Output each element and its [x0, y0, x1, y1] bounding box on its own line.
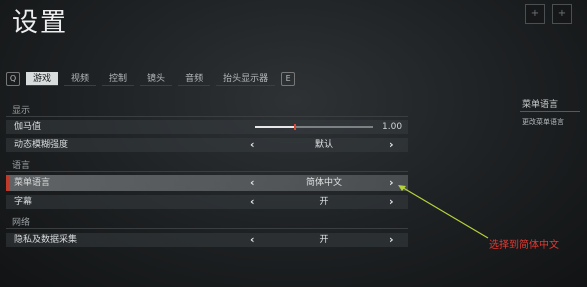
annotation-text: 选择到简体中文 [489, 240, 559, 251]
